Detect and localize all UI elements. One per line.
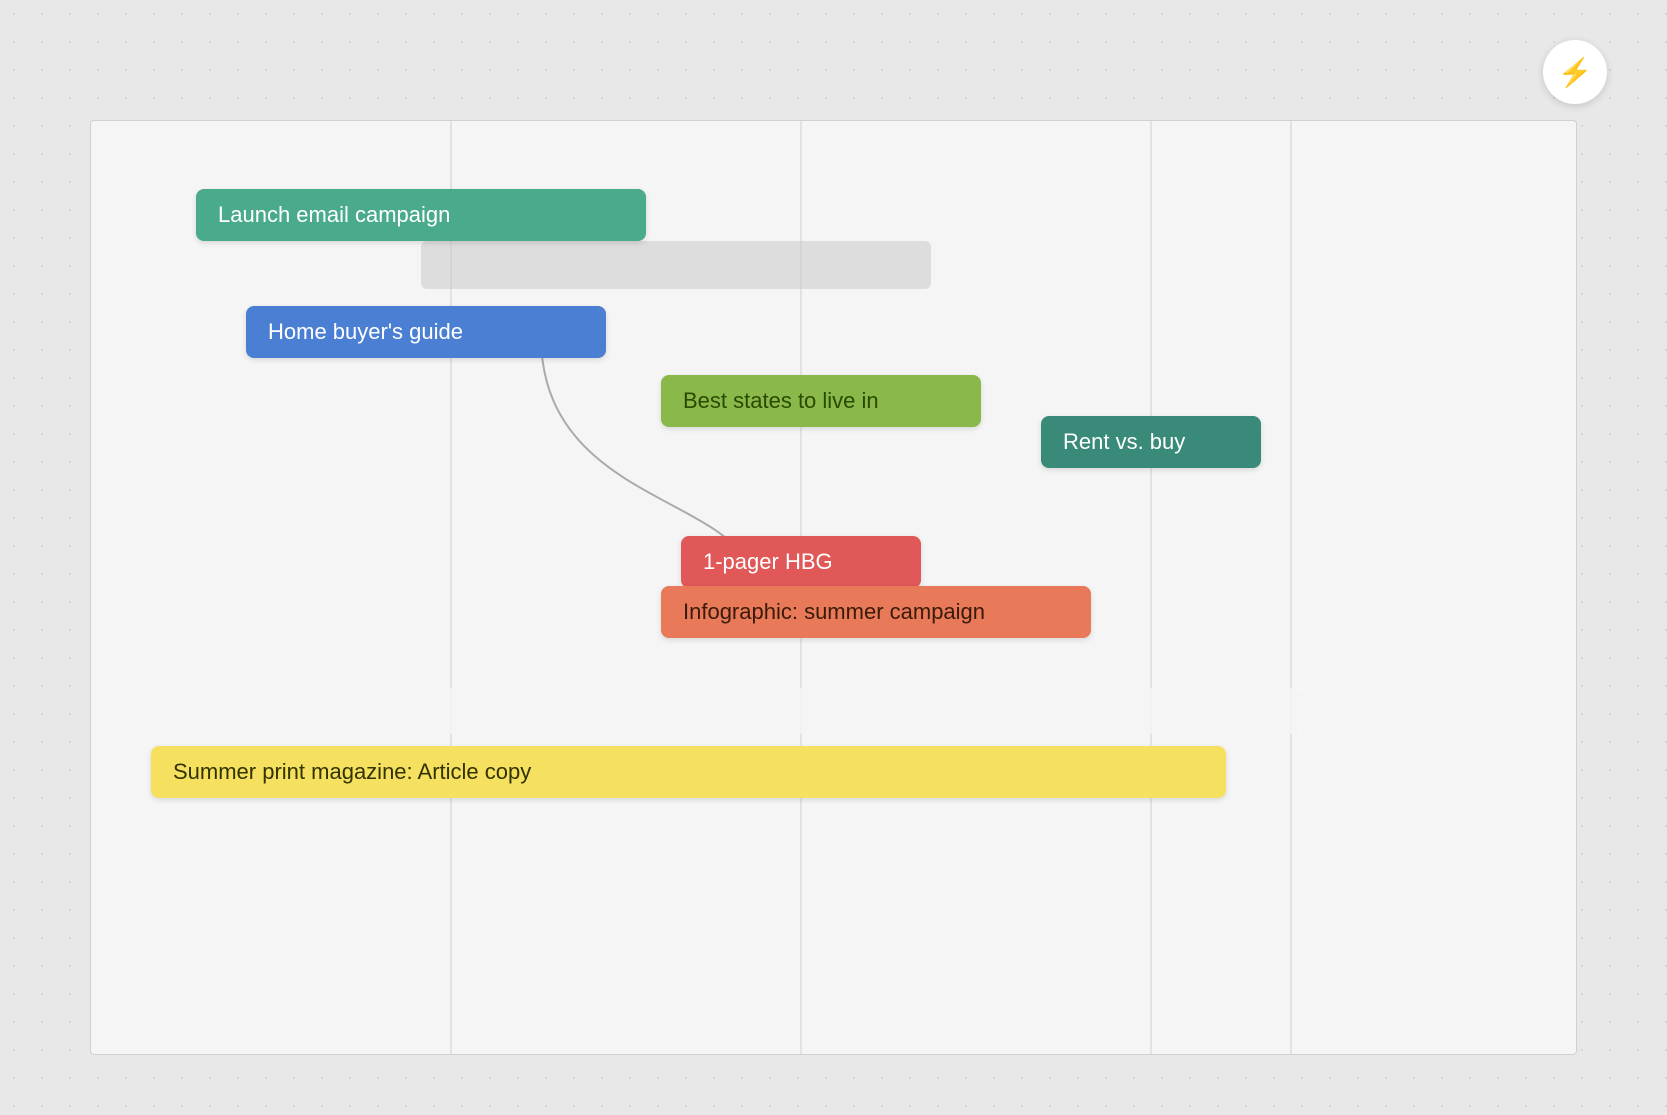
lightning-button[interactable]: ⚡ — [1543, 40, 1607, 104]
chip-one-pager-hbg[interactable]: 1-pager HBG — [681, 536, 921, 588]
chip-home-buyers-guide[interactable]: Home buyer's guide — [246, 306, 606, 358]
white-bar — [421, 688, 1301, 734]
chip-label-best-states: Best states to live in — [683, 388, 879, 413]
chip-rent-vs-buy[interactable]: Rent vs. buy — [1041, 416, 1261, 468]
main-canvas: Launch email campaign Home buyer's guide B… — [90, 120, 1577, 1055]
chip-label-infographic-summer: Infographic: summer campaign — [683, 599, 985, 624]
chip-infographic-summer[interactable]: Infographic: summer campaign — [661, 586, 1091, 638]
lightning-icon: ⚡ — [1558, 56, 1593, 89]
chip-best-states[interactable]: Best states to live in — [661, 375, 981, 427]
gray-bar-0 — [421, 241, 931, 289]
chip-label-launch-email-campaign: Launch email campaign — [218, 202, 450, 227]
chip-label-summer-print-magazine: Summer print magazine: Article copy — [173, 759, 531, 784]
chip-label-rent-vs-buy: Rent vs. buy — [1063, 429, 1185, 454]
chip-summer-print-magazine[interactable]: Summer print magazine: Article copy — [151, 746, 1226, 798]
chip-label-home-buyers-guide: Home buyer's guide — [268, 319, 463, 344]
chip-launch-email-campaign[interactable]: Launch email campaign — [196, 189, 646, 241]
chip-label-one-pager-hbg: 1-pager HBG — [703, 549, 833, 574]
